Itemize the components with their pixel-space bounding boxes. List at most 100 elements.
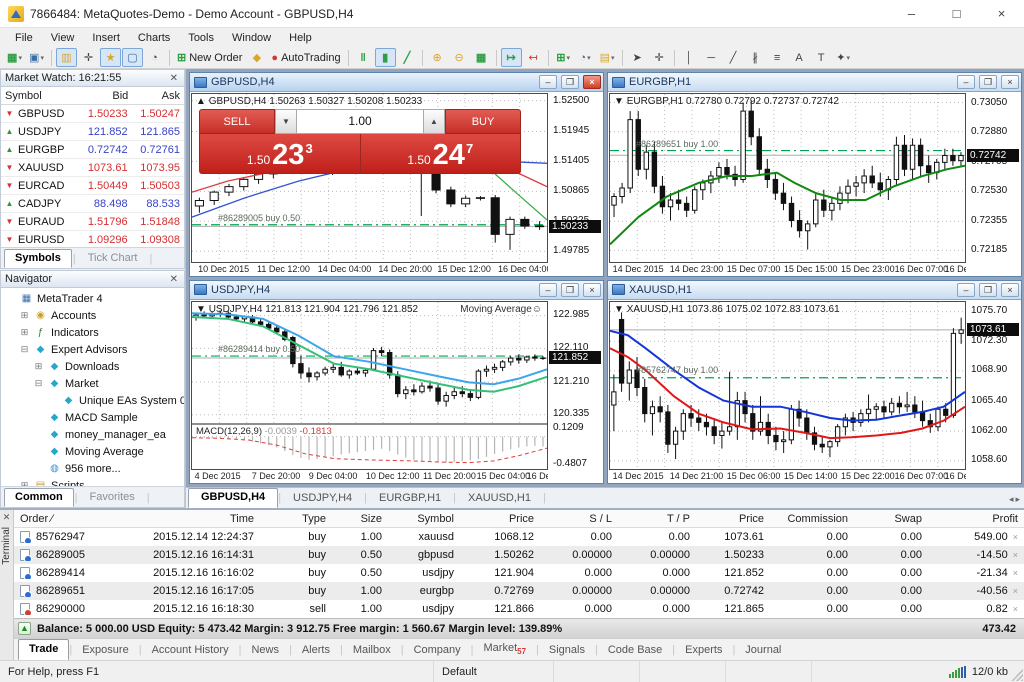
market-watch-row[interactable]: ▼ XAUUSD 1073.61 1073.95 — [1, 159, 184, 177]
sell-price-display[interactable]: 1.50 23 3 — [199, 134, 360, 174]
channel-tool-button[interactable]: ∦ — [745, 48, 766, 67]
market-watch-row[interactable]: ▲ CADJPY 88.498 88.533 — [1, 195, 184, 213]
orders-column-price[interactable]: Price — [460, 513, 540, 525]
buy-button[interactable]: BUY — [445, 109, 521, 134]
navigator-item-money-manager-ea[interactable]: ◆ money_manager_ea — [1, 426, 184, 443]
zoom-in-button[interactable]: ⊕ — [427, 48, 448, 67]
market-watch-row[interactable]: ▼ EURUSD 1.09296 1.09308 — [1, 231, 184, 247]
orders-column-sl[interactable]: S / L — [540, 513, 618, 525]
chart-close-button[interactable]: × — [1001, 75, 1019, 89]
market-watch-row[interactable]: ▲ USDJPY 121.852 121.865 — [1, 123, 184, 141]
orders-column-type[interactable]: Type — [260, 513, 332, 525]
chart-window-titlebar[interactable]: GBPUSD,H4 – ❐ × — [190, 73, 603, 91]
tab-symbols[interactable]: Symbols — [4, 249, 72, 268]
metaeditor-button[interactable]: ◆ — [246, 48, 267, 67]
status-profile[interactable]: Default — [434, 661, 554, 682]
market-watch-row[interactable]: ▼ EURAUD 1.51796 1.51848 — [1, 213, 184, 231]
close-order-icon[interactable]: × — [1013, 604, 1018, 614]
price-pane[interactable]: ▼ EURGBP,H1 0.72780 0.72792 0.72737 0.72… — [610, 94, 965, 262]
navigator-item-956-more-[interactable]: ◍ 956 more... — [1, 460, 184, 477]
orders-column-symbol[interactable]: Symbol — [388, 513, 460, 525]
cursor-tool-button[interactable]: ➤ — [627, 48, 648, 67]
expand-icon[interactable]: ⊞ — [19, 310, 30, 321]
market-watch-row[interactable]: ▲ EURGBP 0.72742 0.72761 — [1, 141, 184, 159]
candlestick-mode-button[interactable]: ▮ — [374, 48, 396, 67]
chart-window-titlebar[interactable]: XAUUSD,H1 – ❐ × — [608, 280, 1021, 299]
terminal-tab-code-base[interactable]: Code Base — [598, 641, 672, 660]
collapse-icon[interactable]: ⊟ — [19, 344, 30, 355]
terminal-tab-trade[interactable]: Trade — [18, 639, 70, 660]
chart-restore-button[interactable]: ❐ — [561, 75, 579, 89]
collapse-icon[interactable]: ⊟ — [33, 378, 44, 389]
terminal-tab-market[interactable]: Market57 — [474, 639, 537, 660]
orders-column-price2[interactable]: Price — [696, 513, 770, 525]
navigator-item-expert-advisors[interactable]: ⊟ ◆ Expert Advisors — [1, 341, 184, 358]
navigator-item-unique-eas-system-05[interactable]: ◆ Unique EAs System 05 — [1, 392, 184, 409]
terminal-vertical-tab[interactable]: Terminal — [1, 527, 12, 565]
order-row[interactable]: 86289414 2015.12.16 16:16:02 buy 0.50 usdjpy… — [14, 564, 1024, 582]
chart-restore-button[interactable]: ❐ — [979, 282, 997, 297]
menu-help[interactable]: Help — [280, 30, 321, 46]
chart-minimize-button[interactable]: – — [539, 75, 557, 89]
panel-toggle-arrow-icon[interactable]: ▼ — [614, 304, 627, 315]
auto-scroll-button[interactable]: ↦ — [500, 48, 522, 67]
chart-close-button[interactable]: × — [583, 75, 601, 89]
navigator-toggle[interactable]: ★ — [100, 48, 121, 67]
vertical-line-tool-button[interactable]: │ — [679, 48, 700, 67]
minimize-button[interactable]: – — [889, 0, 934, 27]
zoom-out-button[interactable]: ⊖ — [449, 48, 470, 67]
navigator-item-accounts[interactable]: ⊞ ◉ Accounts — [1, 307, 184, 324]
chart-window-titlebar[interactable]: EURGBP,H1 – ❐ × — [608, 73, 1021, 91]
menu-file[interactable]: File — [6, 30, 42, 46]
tab-tick-chart[interactable]: Tick Chart — [77, 249, 149, 268]
chart-restore-button[interactable]: ❐ — [561, 282, 579, 297]
menu-charts[interactable]: Charts — [129, 30, 179, 46]
close-order-icon[interactable]: × — [1013, 586, 1018, 596]
chart-window-titlebar[interactable]: USDJPY,H4 – ❐ × — [190, 280, 603, 299]
navigator-item-market[interactable]: ⊟ ◆ Market — [1, 375, 184, 392]
close-order-icon[interactable]: × — [1013, 550, 1018, 560]
orders-column-size[interactable]: Size — [332, 513, 388, 525]
order-row[interactable]: 86290000 2015.12.16 16:18:30 sell 1.00 usdjp… — [14, 600, 1024, 618]
panel-toggle-arrow-icon[interactable]: ▼ — [196, 304, 209, 315]
navigator-item-moving-average[interactable]: ◆ Moving Average — [1, 443, 184, 460]
text-label-tool-button[interactable]: T — [811, 48, 832, 67]
sell-button[interactable]: SELL — [199, 109, 275, 134]
column-ask[interactable]: Ask — [132, 87, 184, 104]
navigator-item-macd-sample[interactable]: ◆ MACD Sample — [1, 409, 184, 426]
orders-column-order[interactable]: Order ∕ — [14, 513, 114, 525]
tab-scroll-left-icon[interactable]: ◂ — [1009, 494, 1014, 505]
navigator-item-metatrader-4[interactable]: ▦ MetaTrader 4 — [1, 290, 184, 307]
price-scale[interactable]: 0.730500.728800.727050.725300.723550.721… — [966, 92, 1021, 276]
order-row[interactable]: 86289005 2015.12.16 16:14:31 buy 0.50 gbpusd… — [14, 546, 1024, 564]
chart-tab-eurgbp-h1[interactable]: EURGBP,H1 — [367, 490, 453, 508]
market-watch-toggle[interactable]: ▥ — [56, 48, 77, 67]
chart-shift-button[interactable]: ↤ — [523, 48, 544, 67]
tab-common[interactable]: Common — [4, 488, 74, 507]
chart-minimize-button[interactable]: – — [539, 282, 557, 297]
menu-tools[interactable]: Tools — [179, 30, 223, 46]
crosshair-tool-button[interactable]: ✛ — [649, 48, 670, 67]
menu-view[interactable]: View — [42, 30, 84, 46]
orders-column-commission[interactable]: Commission — [770, 513, 854, 525]
templates-button[interactable]: ▤ ▾ — [597, 48, 618, 67]
chart-minimize-button[interactable]: – — [957, 75, 975, 89]
chart-tab-usdjpy-h4[interactable]: USDJPY,H4 — [281, 490, 364, 508]
close-order-icon[interactable]: × — [1013, 568, 1018, 578]
close-button[interactable]: × — [979, 0, 1024, 27]
indicator-delete-icon[interactable]: ☺ — [532, 304, 542, 315]
expand-icon[interactable]: ⊞ — [19, 327, 30, 338]
price-scale[interactable]: 122.985 122.110 121.210 120.335 121.852 0.120… — [548, 299, 603, 483]
terminal-tab-exposure[interactable]: Exposure — [72, 641, 138, 660]
new-chart-button[interactable]: ▦ ▾ — [4, 48, 25, 67]
strategy-tester-button[interactable]: ◔ — [144, 48, 165, 67]
expand-icon[interactable]: ⊞ — [33, 361, 44, 372]
terminal-tab-signals[interactable]: Signals — [539, 641, 595, 660]
navigator-item-downloads[interactable]: ⊞ ◆ Downloads — [1, 358, 184, 375]
profiles-button[interactable]: ▣ ▾ — [26, 48, 47, 67]
market-watch-row[interactable]: ▼ GBPUSD 1.50233 1.50247 — [1, 105, 184, 123]
market-watch-row[interactable]: ▼ EURCAD 1.50449 1.50503 — [1, 177, 184, 195]
data-window-button[interactable]: ✛ — [78, 48, 99, 67]
maximize-button[interactable]: □ — [934, 0, 979, 27]
price-scale[interactable]: 1075.70 1072.30 1068.90 1065.40 1062.00 1058.… — [966, 299, 1021, 483]
